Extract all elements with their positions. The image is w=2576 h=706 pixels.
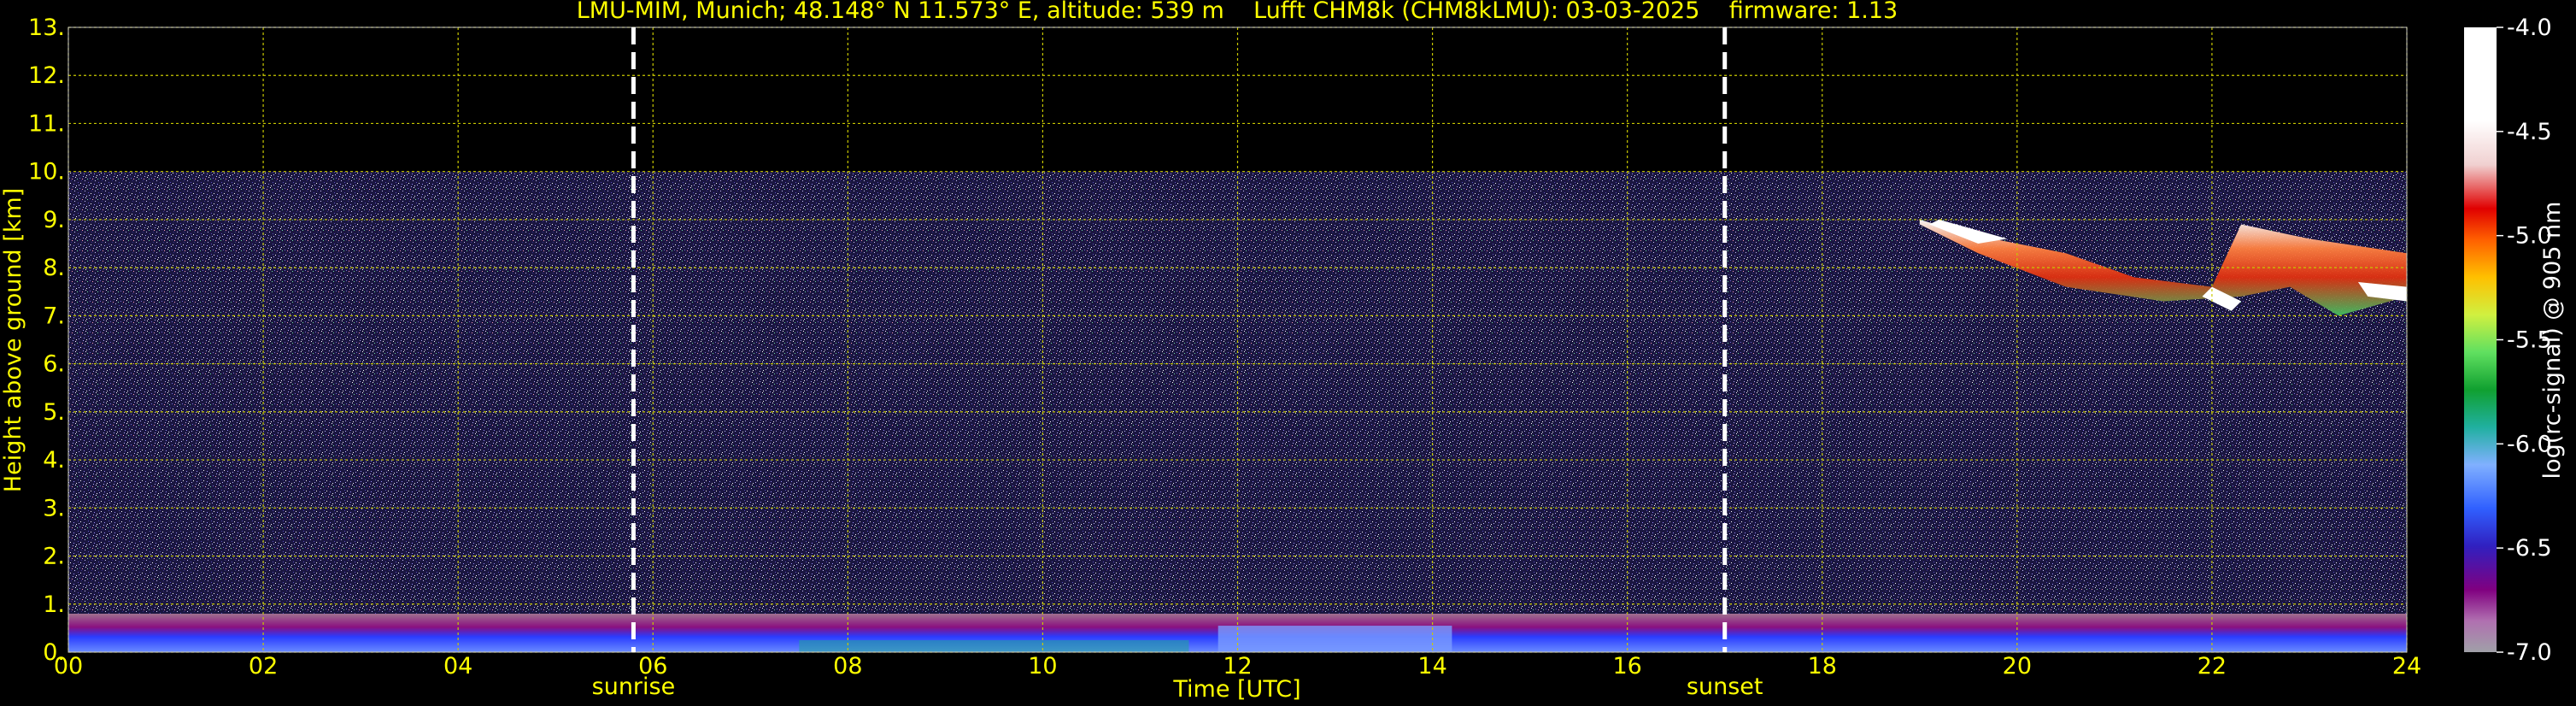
y-tick-label: 7. [43, 303, 65, 329]
colorbar-tick-label: -6.5 [2507, 535, 2552, 562]
y-axis-label: Height above ground [km] [0, 188, 26, 492]
y-tick-label: 13. [28, 15, 65, 41]
y-tick-label: 11. [28, 110, 65, 137]
x-tick-label: 02 [249, 653, 278, 680]
colorbar: -4.0-4.5-5.0-5.5-6.0-6.5-7.0 log(rc-sign… [2464, 15, 2566, 666]
y-tick-label: 8. [43, 255, 65, 281]
y-tick-label: 4. [43, 447, 65, 474]
chart-title: LMU-MIM, Munich; 48.148° N 11.573° E, al… [577, 0, 1898, 24]
y-tick-label: 3. [43, 495, 65, 521]
x-tick-label: 08 [833, 653, 862, 680]
x-tick-label: 20 [2003, 653, 2032, 680]
y-tick-label: 1. [43, 591, 65, 618]
x-tick-label: 14 [1417, 653, 1446, 680]
x-axis-label: Time [UTC] [1172, 676, 1300, 703]
x-tick-label: 06 [638, 653, 667, 680]
x-tick-label: 22 [2198, 653, 2227, 680]
y-tick-label: 6. [43, 351, 65, 378]
x-tick-label: 10 [1028, 653, 1057, 680]
colorbar-tick-label: -4.5 [2507, 119, 2552, 145]
y-tick-label: 2. [43, 544, 65, 570]
colorbar-label: log(rc-signal) @ 905 nm [2539, 202, 2566, 479]
x-tick-label: 00 [54, 653, 83, 680]
y-tick-label: 9. [43, 207, 65, 233]
y-tick-labels: 0.1.2.3.4.5.6.7.8.9.10.11.12.13. [28, 15, 65, 666]
x-tick-label: 04 [443, 653, 472, 680]
x-tick-label: 24 [2392, 653, 2421, 680]
colorbar-scale [2464, 27, 2497, 652]
y-tick-label: 12. [28, 62, 65, 89]
colorbar-tick-label: -4.0 [2507, 15, 2552, 41]
y-tick-label: 5. [43, 399, 65, 426]
boundary-layer-surface [799, 639, 1189, 652]
x-tick-label: 16 [1612, 653, 1641, 680]
sunset-label: sunset [1687, 674, 1763, 700]
colorbar-tick-label: -7.0 [2507, 639, 2552, 666]
boundary-layer-bright [1218, 626, 1452, 652]
ceilometer-chart: sunrise sunset 0.1.2.3.4.5.6.7.8.9.10.11.… [0, 0, 2566, 703]
y-tick-label: 10. [28, 159, 65, 185]
x-tick-label: 18 [1808, 653, 1837, 680]
